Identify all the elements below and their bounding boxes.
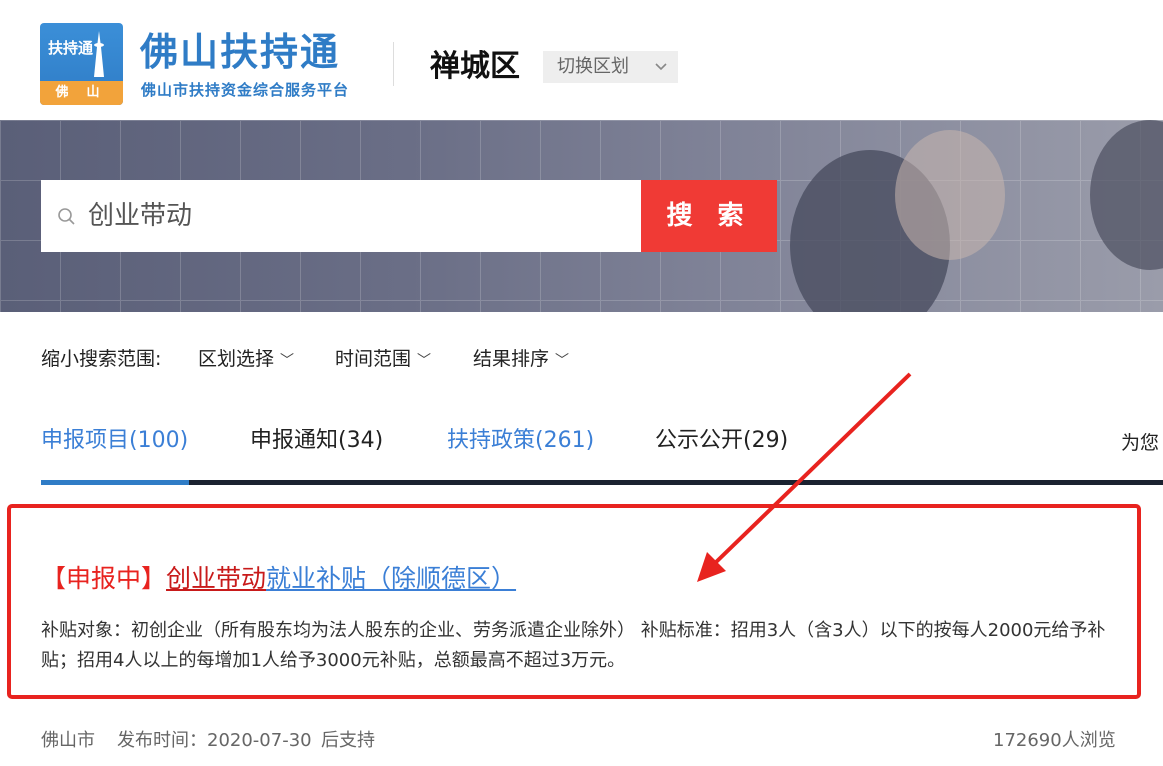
tab-underline-bar: [41, 480, 1163, 485]
tab-public-notices[interactable]: 公示公开(29): [655, 426, 788, 456]
brand-title: 佛山扶持通: [140, 30, 341, 74]
filter-sort-label: 结果排序: [473, 348, 550, 370]
result-city: 佛山市: [41, 730, 95, 751]
filter-region-label: 区划选择: [198, 348, 275, 370]
result-title-link[interactable]: 【申报中】创业带动就业补贴（除顺德区）: [41, 562, 516, 596]
filter-sort-dropdown[interactable]: 结果排序 ﹀: [473, 344, 569, 371]
filter-time-label: 时间范围: [335, 348, 412, 370]
result-publish-date: 发布时间：2020-07-30: [117, 730, 312, 751]
search-query-text: 创业带动: [88, 201, 193, 231]
result-description: 补贴对象：初创企业（所有股东均为法人股东的企业、劳务派遣企业除外） 补贴标准：招…: [41, 620, 1106, 671]
chevron-down-icon: ﹀: [417, 353, 432, 369]
chevron-down-icon: ﹀: [555, 353, 570, 369]
site-header: 扶持通 佛山 佛山扶持通 佛山市扶持资金综合服务平台 禅城区 切换区划: [0, 0, 1163, 120]
search-input[interactable]: 创业带动: [41, 180, 641, 252]
site-logo[interactable]: 扶持通 佛山: [40, 23, 123, 105]
tab-notices[interactable]: 申报通知(34): [250, 426, 383, 456]
chevron-down-icon: [654, 51, 668, 96]
tab-active-indicator: [41, 480, 189, 485]
region-switch-label: 切换区划: [557, 56, 629, 77]
logo-bottom-text: 佛山: [40, 81, 123, 105]
filter-time-dropdown[interactable]: 时间范围 ﹀: [335, 344, 431, 371]
search-button[interactable]: 搜 索: [641, 180, 777, 252]
tab-right-text: 为您: [1121, 432, 1160, 454]
result-status: 【申报中】: [41, 564, 167, 593]
tab-projects[interactable]: 申报项目(100): [41, 426, 188, 456]
region-switch-dropdown[interactable]: 切换区划: [543, 51, 678, 83]
filter-label: 缩小搜索范围:: [41, 348, 162, 370]
result-keyword: 创业带动: [166, 564, 267, 593]
filter-region-dropdown[interactable]: 区划选择 ﹀: [198, 344, 294, 371]
search-icon: [57, 207, 77, 231]
tower-icon: [94, 31, 104, 77]
tab-policies[interactable]: 扶持政策(261): [447, 426, 594, 456]
current-region: 禅城区: [430, 49, 520, 84]
result-title-rest: 就业补贴（除顺德区）: [266, 564, 517, 593]
banner-person-shape: [895, 130, 1005, 260]
chevron-down-icon: ﹀: [280, 353, 295, 369]
header-divider: [393, 42, 394, 86]
brand-subtitle: 佛山市扶持资金综合服务平台: [141, 81, 350, 99]
result-support-type: 后支持: [321, 730, 375, 751]
result-view-count: 172690人浏览: [993, 730, 1116, 751]
